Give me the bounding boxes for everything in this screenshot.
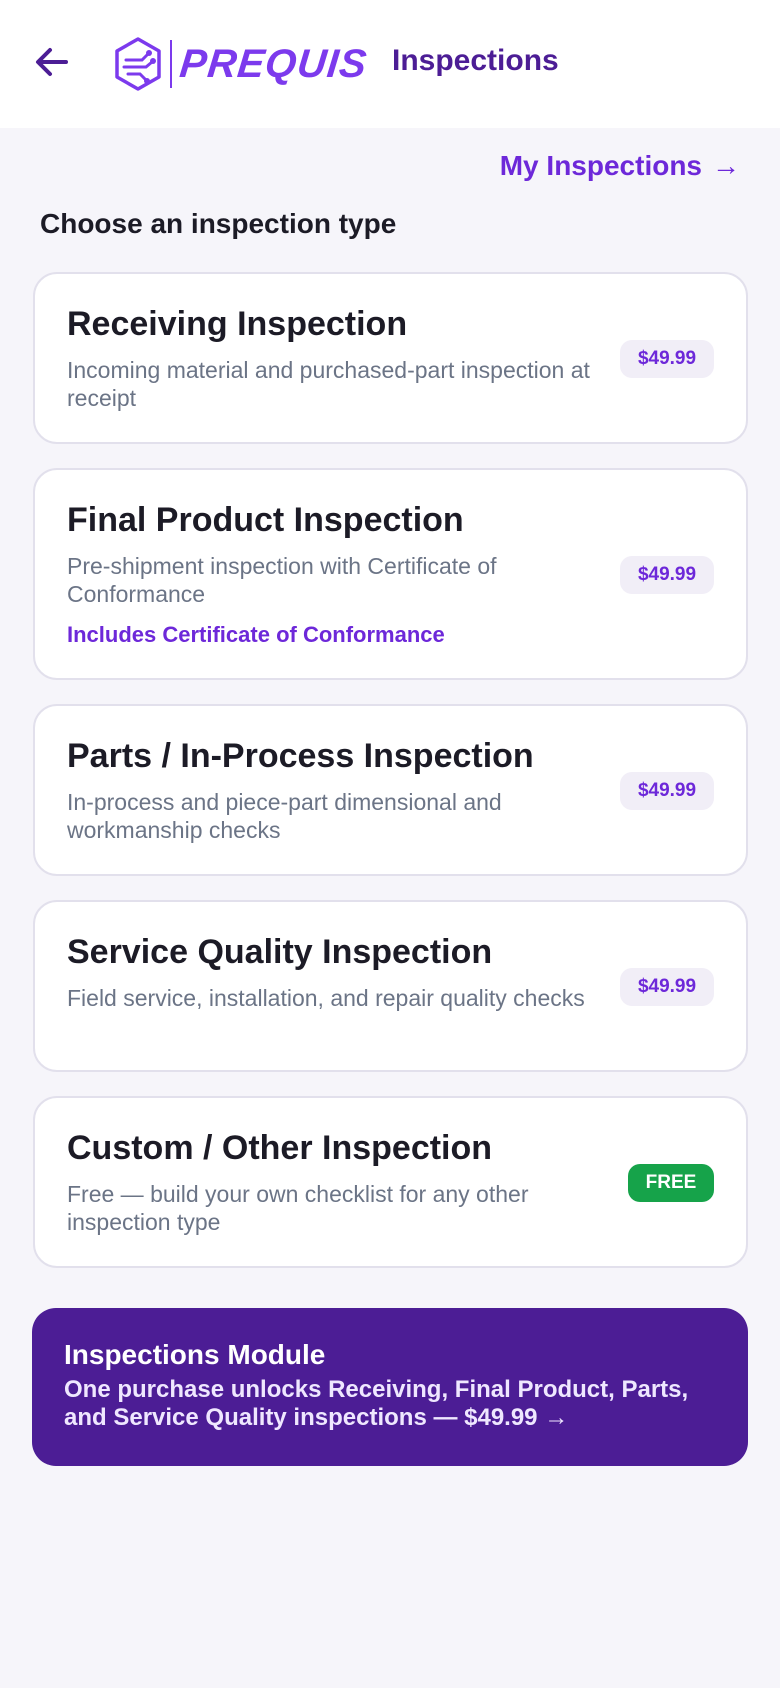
card-description: Free — build your own checklist for any … xyxy=(67,1181,529,1235)
inspection-card-receiving[interactable]: Receiving Inspection Incoming material a… xyxy=(33,272,748,444)
price-badge: $49.99 xyxy=(620,340,714,378)
card-title: Final Product Inspection xyxy=(67,501,464,539)
card-body: Service Quality Inspection Field service… xyxy=(67,932,597,1012)
card-body: Final Product Inspection Pre-shipment in… xyxy=(67,500,597,648)
my-inspections-link[interactable]: My Inspections → xyxy=(500,150,740,182)
card-description: In-process and piece-part dimensional an… xyxy=(67,789,502,843)
card-description: Pre-shipment inspection with Certificate… xyxy=(67,553,497,607)
arrow-right-icon: → xyxy=(712,150,740,181)
card-title: Service Quality Inspection xyxy=(67,933,493,971)
section-title: Choose an inspection type xyxy=(40,208,397,239)
card-body: Custom / Other Inspection Free — build y… xyxy=(67,1128,597,1236)
page-title: Inspections xyxy=(392,44,559,77)
logo-wordmark: PREQUIS xyxy=(177,41,370,86)
price-badge: $49.99 xyxy=(620,968,714,1006)
card-body: Parts / In-Process Inspection In-process… xyxy=(67,736,597,844)
my-inspections-label: My Inspections xyxy=(499,150,702,181)
card-title: Parts / In-Process Inspection xyxy=(67,737,534,775)
card-description: Incoming material and purchased-part ins… xyxy=(67,357,590,411)
price-badge: $49.99 xyxy=(620,556,714,594)
arrow-left-icon xyxy=(36,48,68,76)
inspection-card-parts-in-process[interactable]: Parts / In-Process Inspection In-process… xyxy=(33,704,748,876)
inspections-module-banner[interactable]: Inspections Module One purchase unlocks … xyxy=(32,1308,748,1466)
card-title: Receiving Inspection xyxy=(67,305,408,343)
price-badge: $49.99 xyxy=(620,772,714,810)
card-description: Field service, installation, and repair … xyxy=(67,985,585,1011)
app-header: PREQUIS Inspections xyxy=(0,0,780,128)
card-body: Receiving Inspection Incoming material a… xyxy=(67,304,597,412)
logo-divider xyxy=(170,40,172,88)
brand-logo: PREQUIS xyxy=(112,36,370,92)
inspection-card-service-quality[interactable]: Service Quality Inspection Field service… xyxy=(33,900,748,1072)
shield-circuit-icon xyxy=(115,37,161,91)
card-title: Custom / Other Inspection xyxy=(67,1129,493,1167)
inspection-card-final-product[interactable]: Final Product Inspection Pre-shipment in… xyxy=(33,468,748,680)
free-badge: FREE xyxy=(628,1164,714,1202)
module-title: Inspections Module xyxy=(64,1339,326,1370)
inspection-card-custom[interactable]: Custom / Other Inspection Free — build y… xyxy=(33,1096,748,1268)
module-description: One purchase unlocks Receiving, Final Pr… xyxy=(64,1376,689,1431)
back-button[interactable] xyxy=(30,40,74,84)
certificate-note: Includes Certificate of Conformance xyxy=(67,622,445,647)
